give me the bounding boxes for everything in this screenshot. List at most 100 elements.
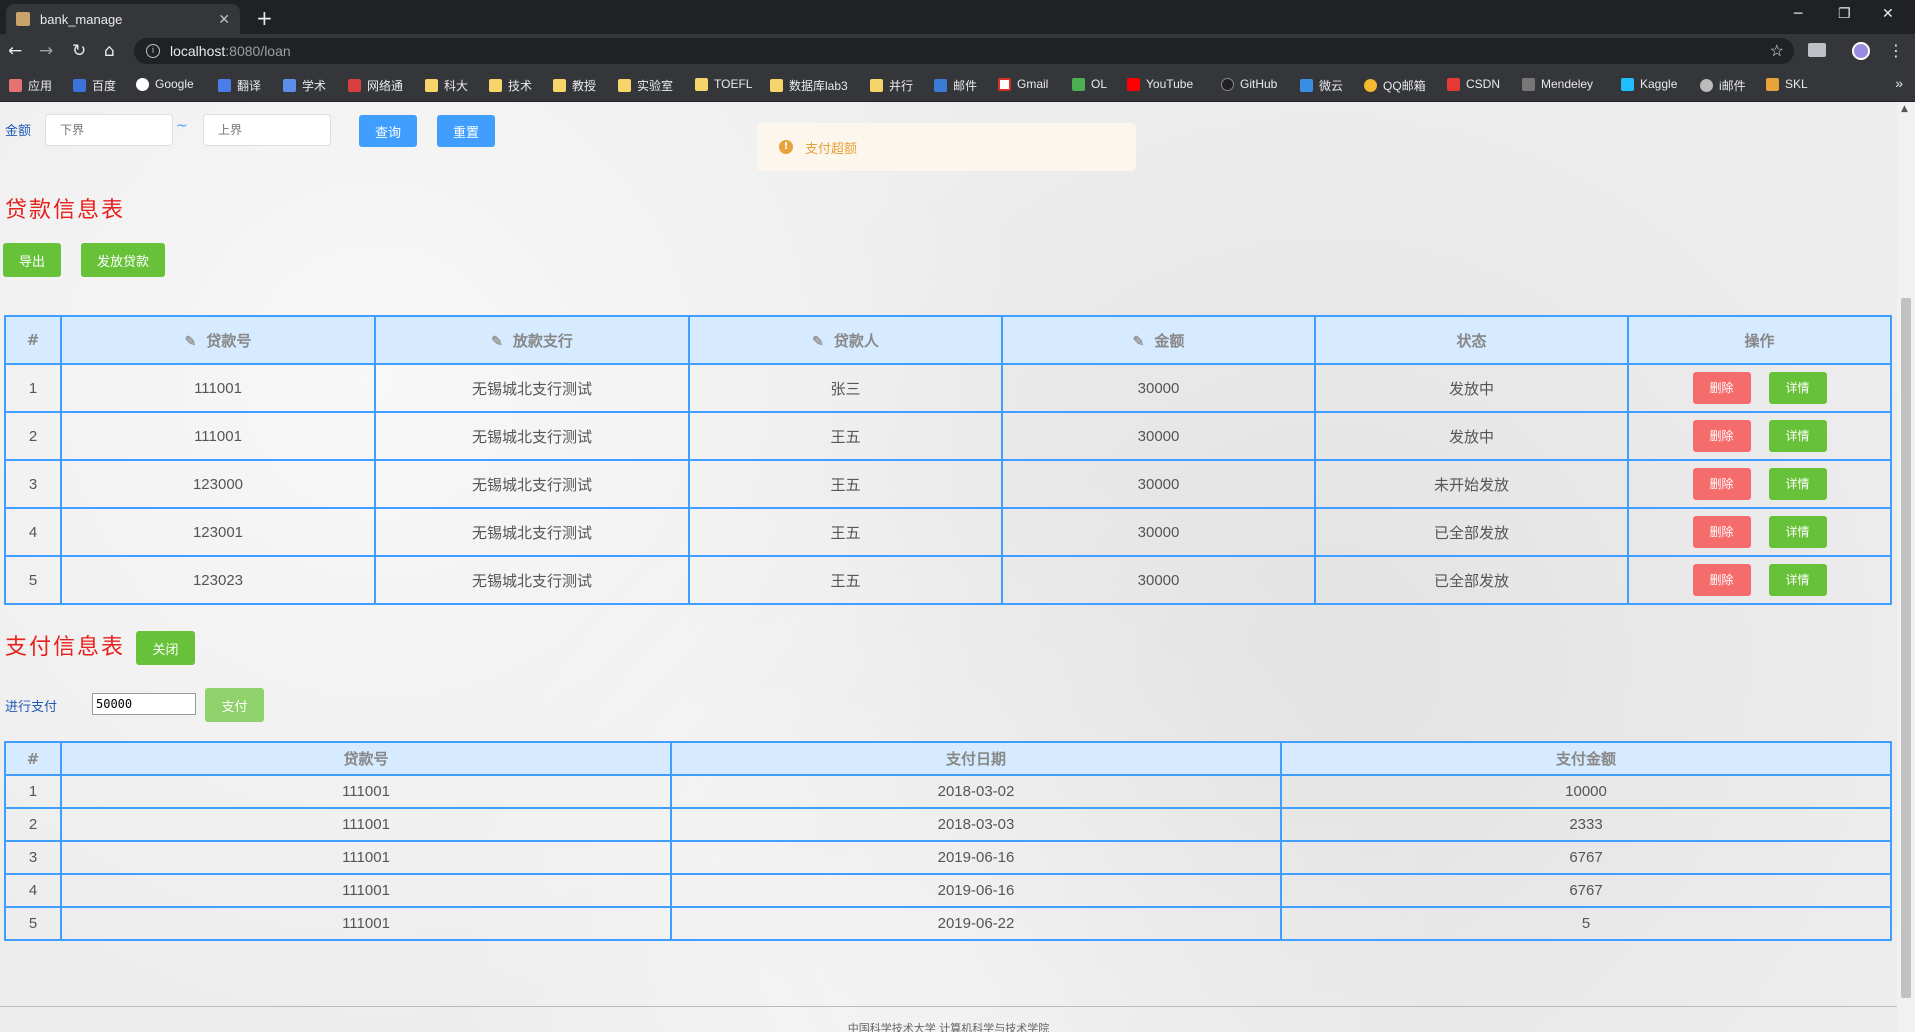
col-header-branch[interactable]: ✎ 放款支行 [374,315,690,365]
page-scrollbar[interactable]: ▲ [1897,102,1915,1032]
bookmark-item[interactable]: Gmail [998,77,1048,91]
cell-borrower: 王五 [688,555,1003,605]
bookmark-folder[interactable]: 技术 [489,77,532,94]
scrollbar-thumb[interactable] [1901,298,1911,998]
browser-titlebar: bank_manage ✕ + ─ ❐ ✕ [0,0,1915,34]
cell-loan-no: 123023 [60,555,376,605]
cell-borrower: 王五 [688,507,1003,557]
col-header-pay-amount: 支付金额 [1280,741,1892,776]
browser-toolbar: ← → ↻ ⌂ i localhost:8080/loan ☆ ⋮ [0,34,1915,68]
detail-button[interactable]: 详情 [1768,468,1827,500]
cell-pay-date: 2019-06-16 [670,873,1282,908]
warning-alert: ! 支付超额 [757,123,1136,171]
scholar-icon [283,79,296,92]
query-button[interactable]: 查询 [359,115,417,147]
bookmark-folder[interactable]: 科大 [425,77,468,94]
bookmark-item[interactable]: GitHub [1221,77,1277,91]
bookmark-item[interactable]: OL [1072,77,1107,91]
loan-table-header: # ✎ 贷款号 ✎ 放款支行 ✎ 贷款人 ✎ 金额 状态 操作 [4,315,1892,365]
reset-button[interactable]: 重置 [437,115,495,147]
delete-button[interactable]: 删除 [1692,468,1751,500]
cell-borrower: 王五 [688,411,1003,461]
close-window-icon[interactable]: ✕ [1882,6,1894,22]
restore-icon[interactable]: ❐ [1838,6,1851,22]
network-icon [348,79,361,92]
bookmark-folder[interactable]: 并行 [870,77,913,94]
cell-index: 5 [4,906,62,941]
delete-button[interactable]: 删除 [1692,564,1751,596]
bookmark-apps[interactable]: 应用 [9,77,52,94]
new-tab-icon[interactable]: + [256,6,273,30]
table-row: 1 111001 2018-03-02 10000 [4,774,1892,809]
bookmark-item[interactable]: 翻译 [218,77,261,94]
bookmark-item[interactable]: CSDN [1447,77,1500,91]
address-bar[interactable]: i localhost:8080/loan ☆ [134,38,1794,64]
amount-upper-input[interactable] [203,114,331,146]
url-path: :8080/loan [225,43,291,59]
home-icon[interactable]: ⌂ [104,41,115,61]
detail-button[interactable]: 详情 [1768,420,1827,452]
bookmark-item[interactable]: 网络通 [348,77,403,94]
bookmark-item[interactable]: 邮件 [934,77,977,94]
bookmark-item[interactable]: Google [136,77,194,91]
bookmark-item[interactable]: SKL [1766,77,1808,91]
table-row: 5 111001 2019-06-22 5 [4,906,1892,941]
pay-button[interactable]: 支付 [205,688,264,722]
bookmark-folder[interactable]: 实验室 [618,77,673,94]
export-button[interactable]: 导出 [3,243,61,277]
bookmark-item[interactable]: 学术 [283,77,326,94]
bookmark-item[interactable]: QQ邮箱 [1364,77,1426,94]
cell-index: 2 [4,411,62,461]
page-content: 金额 ~ 查询 重置 ! 支付超额 贷款信息表 导出 发放贷款 # ✎贷款号 ✎… [0,102,1897,1032]
col-header-amount[interactable]: ✎ 金额 [1001,315,1316,365]
col-header-loan-no[interactable]: ✎ 贷款号 [60,315,376,365]
cell-status: 发放中 [1314,411,1629,461]
scroll-up-arrow-icon[interactable]: ▲ [1901,104,1908,114]
cell-loan-no: 111001 [60,807,672,842]
pay-amount-input[interactable] [92,693,196,715]
bookmark-item[interactable]: Mendeley [1522,77,1593,91]
forward-arrow-icon[interactable]: → [39,41,53,61]
issue-loan-button[interactable]: 发放贷款 [81,243,165,277]
bookmark-folder[interactable]: 数据库lab3 [770,77,848,94]
back-arrow-icon[interactable]: ← [8,41,22,61]
detail-button[interactable]: 详情 [1768,516,1827,548]
tab-close-icon[interactable]: ✕ [218,11,230,28]
cell-pay-date: 2018-03-03 [670,807,1282,842]
bookmark-item[interactable]: Kaggle [1621,77,1677,91]
extension-icon[interactable] [1808,43,1826,57]
cell-index: 1 [4,774,62,809]
bookmarks-more-icon[interactable]: » [1895,75,1903,91]
skl-icon [1766,77,1779,91]
bookmark-item[interactable]: 微云 [1300,77,1343,94]
reload-icon[interactable]: ↻ [72,41,86,61]
bookmark-star-icon[interactable]: ☆ [1770,41,1784,61]
bookmark-folder[interactable]: TOEFL [695,77,752,91]
cell-amount: 30000 [1001,411,1316,461]
bookmark-item[interactable]: YouTube [1127,77,1193,91]
amount-lower-input[interactable] [45,114,173,146]
detail-button[interactable]: 详情 [1768,372,1827,404]
bookmark-item[interactable]: 百度 [73,77,116,94]
mendeley-icon [1522,77,1535,91]
col-header-borrower[interactable]: ✎ 贷款人 [688,315,1003,365]
delete-button[interactable]: 删除 [1692,420,1751,452]
bookmark-folder[interactable]: 教授 [553,77,596,94]
profile-avatar[interactable] [1852,42,1870,60]
delete-button[interactable]: 删除 [1692,516,1751,548]
delete-button[interactable]: 删除 [1692,372,1751,404]
folder-icon [870,79,883,92]
ol-icon [1072,77,1085,91]
cell-index: 4 [4,873,62,908]
close-payment-button[interactable]: 关闭 [136,631,195,665]
site-info-icon[interactable]: i [146,44,160,58]
cell-loan-no: 111001 [60,873,672,908]
detail-button[interactable]: 详情 [1768,564,1827,596]
folder-icon [489,79,502,92]
browser-tab[interactable]: bank_manage ✕ [6,4,240,34]
warning-icon: ! [779,140,793,154]
edit-icon: ✎ [491,333,503,350]
bookmark-item[interactable]: i邮件 [1700,77,1746,94]
browser-menu-icon[interactable]: ⋮ [1888,41,1904,60]
minimize-icon[interactable]: ─ [1794,6,1802,22]
